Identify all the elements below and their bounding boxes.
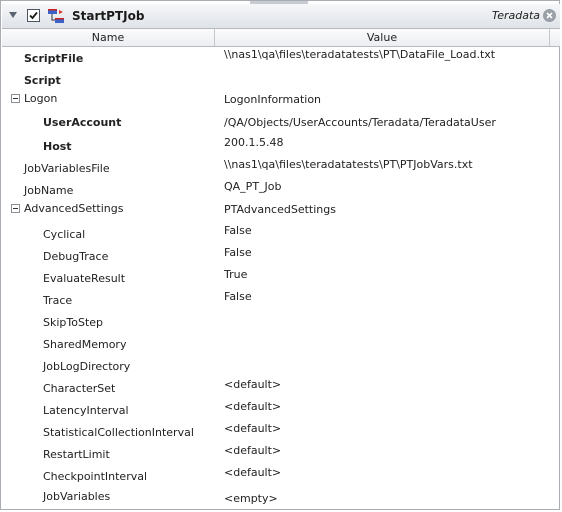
- property-value[interactable]: LogonInformation: [224, 93, 321, 106]
- property-name: JobName: [24, 184, 74, 197]
- column-divider: [549, 29, 550, 46]
- property-value[interactable]: PTAdvancedSettings: [224, 203, 336, 216]
- property-value[interactable]: <default>: [224, 400, 281, 413]
- property-row-sharedmemory[interactable]: SharedMemory: [2, 333, 560, 355]
- property-name: JobVariablesFile: [24, 162, 110, 175]
- property-row-statisticalcollectioninterval[interactable]: StatisticalCollectionInterval <default>: [2, 421, 560, 443]
- property-row-trace[interactable]: Trace False: [2, 289, 560, 311]
- collapse-arrow-icon[interactable]: [9, 12, 17, 18]
- property-row-joblogdirectory[interactable]: JobLogDirectory: [2, 355, 560, 377]
- property-name: DebugTrace: [43, 250, 109, 263]
- column-header-value[interactable]: Value: [215, 31, 549, 44]
- property-name: Logon: [24, 92, 58, 105]
- property-row-jobvariablesfile[interactable]: JobVariablesFile \\nas1\qa\files\teradat…: [2, 157, 560, 179]
- property-row-useraccount[interactable]: UserAccount /QA/Objects/UserAccounts/Ter…: [2, 113, 560, 135]
- property-row-advancedsettings[interactable]: AdvancedSettings PTAdvancedSettings: [2, 201, 560, 223]
- collapse-icon[interactable]: [11, 204, 20, 213]
- property-name: EvaluateResult: [43, 272, 126, 285]
- property-row-debugtrace[interactable]: DebugTrace False: [2, 245, 560, 267]
- property-row-scriptfile[interactable]: ScriptFile \\nas1\qa\files\teradatatests…: [2, 47, 560, 69]
- property-value[interactable]: <default>: [224, 444, 281, 457]
- property-row-jobname[interactable]: JobName QA_PT_Job: [2, 179, 560, 201]
- property-value[interactable]: <default>: [224, 378, 281, 391]
- property-value[interactable]: \\nas1\qa\files\teradatatests\PT\PTJobVa…: [224, 158, 473, 171]
- property-row-jobvariables[interactable]: JobVariables <empty>: [2, 487, 560, 509]
- property-name: JobLogDirectory: [43, 360, 131, 373]
- property-name: LatencyInterval: [43, 404, 129, 417]
- checkmark-icon: [29, 11, 38, 20]
- property-name: Trace: [43, 294, 73, 307]
- property-name: StatisticalCollectionInterval: [43, 426, 194, 439]
- grid-header: Name Value: [2, 29, 560, 47]
- property-value[interactable]: /QA/Objects/UserAccounts/Teradata/Terada…: [224, 116, 496, 129]
- property-row-restartlimit[interactable]: RestartLimit <default>: [2, 443, 560, 465]
- property-row-script[interactable]: Script: [2, 69, 560, 91]
- property-panel: StartPTJob Teradata Name Value ScriptFil…: [0, 0, 560, 510]
- property-row-host[interactable]: Host 200.1.5.48: [2, 135, 560, 157]
- property-name: SharedMemory: [43, 338, 127, 351]
- property-name: AdvancedSettings: [24, 202, 124, 215]
- property-name: Script: [24, 74, 61, 87]
- panel-titlebar: StartPTJob Teradata: [2, 4, 560, 29]
- property-value[interactable]: <default>: [224, 422, 281, 435]
- property-row-logon[interactable]: Logon LogonInformation: [2, 91, 560, 113]
- property-value[interactable]: False: [224, 290, 252, 303]
- close-icon[interactable]: [543, 9, 556, 22]
- property-name: UserAccount: [43, 116, 122, 129]
- property-value[interactable]: <default>: [224, 466, 281, 479]
- property-row-latencyinterval[interactable]: LatencyInterval <default>: [2, 399, 560, 421]
- property-value[interactable]: \\nas1\qa\files\teradatatests\PT\DataFil…: [224, 48, 495, 61]
- property-row-cyclical[interactable]: Cyclical False: [2, 223, 560, 245]
- property-row-skiptostep[interactable]: SkipToStep: [2, 311, 560, 333]
- property-value[interactable]: <empty>: [224, 492, 278, 505]
- collapse-icon[interactable]: [11, 94, 20, 103]
- start-job-icon: [48, 9, 64, 23]
- property-row-characterset[interactable]: CharacterSet <default>: [2, 377, 560, 399]
- property-name: ScriptFile: [24, 52, 84, 65]
- property-name: CharacterSet: [43, 382, 116, 395]
- property-value[interactable]: True: [224, 268, 247, 281]
- property-value[interactable]: QA_PT_Job: [224, 180, 282, 193]
- property-name: JobVariables: [43, 490, 111, 503]
- property-value[interactable]: 200.1.5.48: [224, 136, 283, 149]
- property-name: Host: [43, 140, 72, 153]
- property-value[interactable]: False: [224, 224, 252, 237]
- property-name: SkipToStep: [43, 316, 104, 329]
- column-header-name[interactable]: Name: [2, 31, 214, 44]
- property-grid: ScriptFile \\nas1\qa\files\teradatatests…: [2, 47, 560, 509]
- property-name: CheckpointInterval: [43, 470, 148, 483]
- property-row-checkpointinterval[interactable]: CheckpointInterval <default>: [2, 465, 560, 487]
- vendor-label: Teradata: [491, 9, 540, 22]
- property-value[interactable]: False: [224, 246, 252, 259]
- property-name: RestartLimit: [43, 448, 110, 461]
- activity-title: StartPTJob: [72, 9, 145, 23]
- enabled-checkbox[interactable]: [27, 9, 40, 22]
- property-row-evaluateresult[interactable]: EvaluateResult True: [2, 267, 560, 289]
- property-name: Cyclical: [43, 228, 86, 241]
